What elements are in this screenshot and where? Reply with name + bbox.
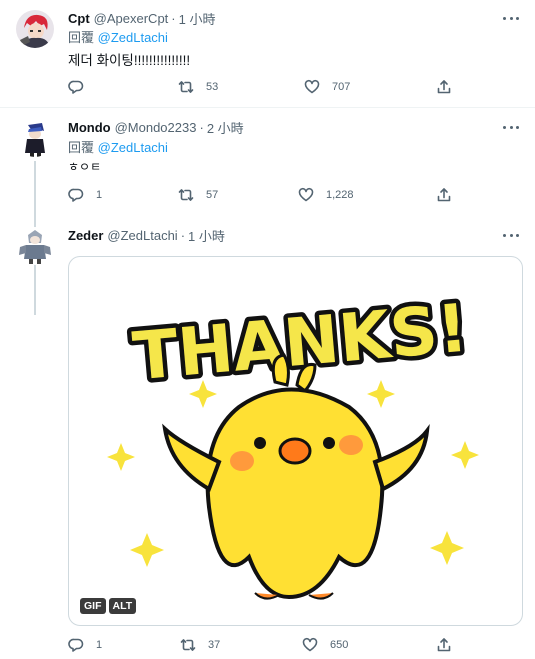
reply-icon xyxy=(68,80,84,94)
like-icon xyxy=(302,637,318,652)
thanks-chick-gif: THANKS! xyxy=(107,285,479,600)
retweet-count: 37 xyxy=(208,639,221,651)
author-handle[interactable]: @Mondo2233 xyxy=(115,120,197,135)
reply-prefix: 回覆 xyxy=(68,30,95,45)
reply-context: 回覆 @ZedLtachi xyxy=(68,27,168,46)
more-icon[interactable] xyxy=(501,227,521,243)
retweet-button[interactable]: 37 xyxy=(180,634,220,656)
separator: · xyxy=(180,227,186,243)
author-handle[interactable]: @ApexerCpt xyxy=(94,11,169,26)
share-icon xyxy=(437,188,451,202)
alt-badge[interactable]: ALT xyxy=(108,598,137,614)
reply-icon xyxy=(68,188,84,202)
avatar[interactable] xyxy=(16,227,54,265)
reply-count: 1 xyxy=(96,639,103,651)
retweet-button[interactable]: 53 xyxy=(178,76,218,98)
like-button[interactable]: 1,228 xyxy=(298,184,354,206)
separator: · xyxy=(199,119,204,135)
tweet-mondo[interactable]: Mondo @Mondo2233 · 2 小時 回覆 @ZedLtachi ㅎㅇ… xyxy=(0,117,535,315)
media-badges: GIF ALT xyxy=(80,598,137,614)
reply-button[interactable]: 1 xyxy=(68,184,102,206)
share-icon xyxy=(437,638,451,652)
share-icon xyxy=(437,80,451,94)
like-icon xyxy=(304,79,320,94)
reply-prefix: 回覆 xyxy=(68,140,95,155)
more-icon[interactable] xyxy=(501,119,521,135)
like-count: 1,228 xyxy=(326,189,354,201)
reply-context: 回覆 @ZedLtachi xyxy=(68,137,168,156)
author-handle[interactable]: @ZedLtachi xyxy=(107,228,177,243)
author-name[interactable]: Cpt xyxy=(68,11,90,26)
action-bar: 1 57 1,228 xyxy=(68,184,458,206)
tweet-text: 제더 화이팅!!!!!!!!!!!!!!! xyxy=(68,53,191,68)
avatar[interactable] xyxy=(16,119,54,157)
like-count: 650 xyxy=(330,639,349,651)
reply-count: 1 xyxy=(96,189,103,201)
divider xyxy=(0,107,535,108)
more-icon[interactable] xyxy=(501,10,521,26)
retweet-icon xyxy=(178,81,194,93)
timestamp[interactable]: 1 小時 xyxy=(188,226,225,245)
like-count: 707 xyxy=(332,81,351,93)
author-name[interactable]: Mondo xyxy=(68,120,111,135)
action-bar: 1 37 650 xyxy=(68,634,458,656)
reply-button[interactable]: 1 xyxy=(68,634,102,656)
share-button[interactable] xyxy=(436,184,452,206)
reply-mention[interactable]: @ZedLtachi xyxy=(98,30,168,45)
reply-button[interactable] xyxy=(68,76,96,98)
retweet-count: 53 xyxy=(206,81,219,93)
author-name[interactable]: Zeder xyxy=(68,228,103,243)
tweet-text: ㅎㅇㅌ xyxy=(68,160,102,174)
share-button[interactable] xyxy=(436,76,452,98)
share-button[interactable] xyxy=(436,634,452,656)
separator: · xyxy=(171,10,176,26)
like-icon xyxy=(298,187,314,202)
timestamp[interactable]: 1 小時 xyxy=(179,9,216,28)
action-bar: 53 707 xyxy=(68,76,458,98)
retweet-icon xyxy=(178,189,194,201)
gif-media[interactable]: THANKS! GIF ALT xyxy=(68,256,523,626)
reply-icon xyxy=(68,638,84,652)
gif-badge: GIF xyxy=(80,598,106,614)
avatar[interactable] xyxy=(16,10,54,48)
retweet-button[interactable]: 57 xyxy=(178,184,218,206)
timestamp[interactable]: 2 小時 xyxy=(207,118,244,137)
reply-mention[interactable]: @ZedLtachi xyxy=(98,140,168,155)
retweet-icon xyxy=(180,639,196,651)
retweet-count: 57 xyxy=(206,189,219,201)
like-button[interactable]: 707 xyxy=(304,76,350,98)
tweet-cpt[interactable]: Cpt @ApexerCpt · 1 小時 回覆 @ZedLtachi 제더 화… xyxy=(0,8,535,104)
like-button[interactable]: 650 xyxy=(302,634,348,656)
